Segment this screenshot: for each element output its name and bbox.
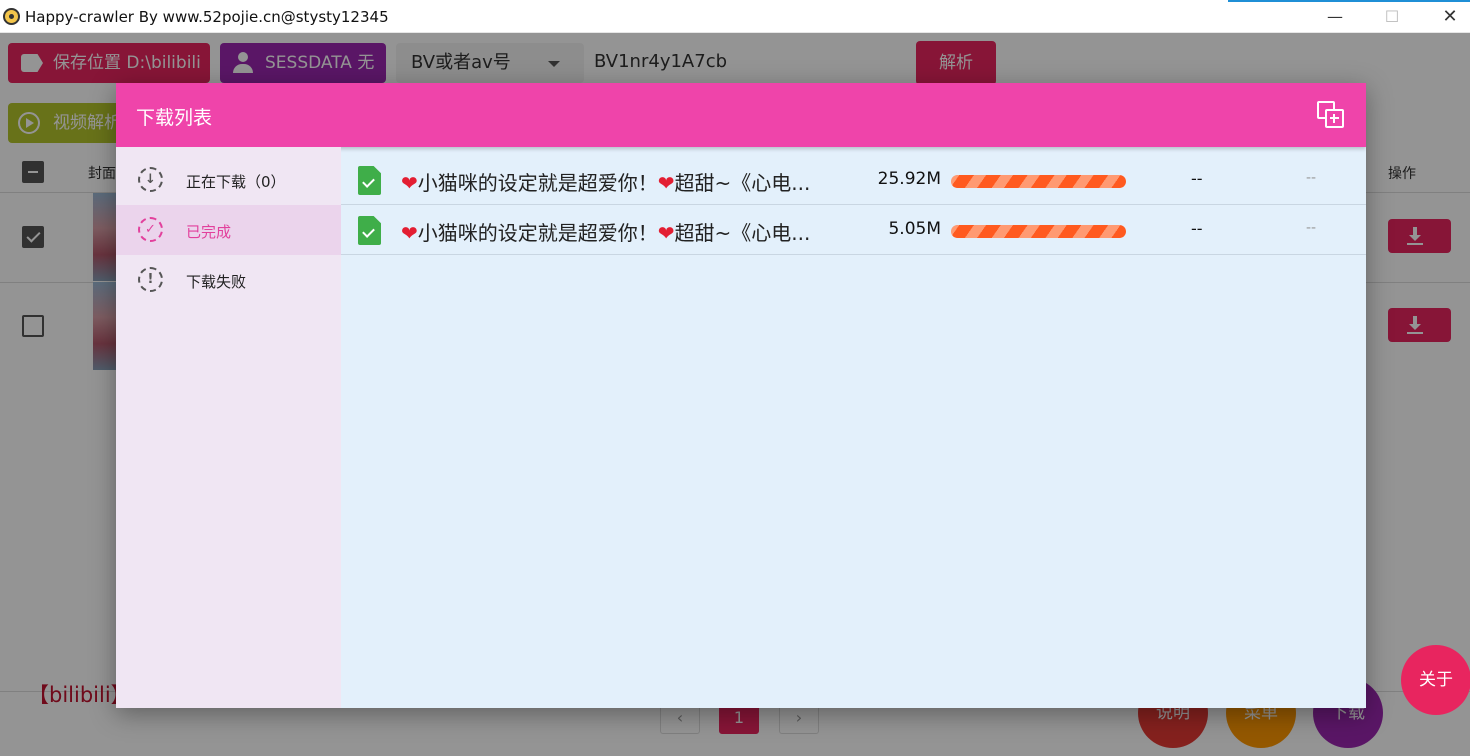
sidebar-item-completed[interactable]: ✓ 已完成 bbox=[116, 205, 341, 255]
download-eta: -- bbox=[1306, 220, 1317, 236]
sidebar-item-label: 下载失败 bbox=[186, 273, 247, 291]
download-row[interactable]: ❤小猫咪的设定就是超爱你！❤超甜~《心电... 5.05M -- -- bbox=[341, 205, 1366, 255]
sidebar-item-label: 已完成 bbox=[186, 223, 232, 241]
download-sidebar: ↓ 正在下载（0） ✓ 已完成 ! 下载失败 bbox=[116, 147, 341, 708]
download-progress-bar bbox=[951, 175, 1126, 188]
download-name: ❤小猫咪的设定就是超爱你！❤超甜~《心电... bbox=[401, 221, 811, 245]
sidebar-item-label: 正在下载（0） bbox=[186, 173, 286, 191]
minimize-button[interactable]: — bbox=[1312, 0, 1358, 33]
library-add-icon[interactable] bbox=[1317, 101, 1345, 129]
window-title: Happy-crawler By www.52pojie.cn@stysty12… bbox=[25, 8, 389, 26]
download-name: ❤小猫咪的设定就是超爱你！❤超甜~《心电... bbox=[401, 171, 811, 195]
download-speed: -- bbox=[1191, 169, 1203, 188]
download-size: 5.05M bbox=[888, 219, 941, 239]
sidebar-item-downloading[interactable]: ↓ 正在下载（0） bbox=[116, 155, 341, 205]
file-check-icon bbox=[358, 216, 381, 245]
download-size: 25.92M bbox=[877, 169, 941, 189]
app-logo-icon bbox=[3, 8, 20, 25]
file-check-icon bbox=[358, 166, 381, 195]
download-speed: -- bbox=[1191, 219, 1203, 238]
dialog-header: 下载列表 bbox=[116, 83, 1366, 147]
dialog-title: 下载列表 bbox=[136, 107, 213, 129]
download-progress-bar bbox=[951, 225, 1126, 238]
close-button[interactable]: ✕ bbox=[1427, 0, 1470, 33]
about-button[interactable]: 关于 bbox=[1401, 645, 1470, 715]
maximize-button[interactable]: ☐ bbox=[1369, 0, 1415, 33]
alert-circle-icon: ! bbox=[138, 267, 163, 292]
download-eta: -- bbox=[1306, 170, 1317, 186]
download-list-dialog: 下载列表 ↓ 正在下载（0） ✓ 已完成 ! 下载失败 ❤小猫咪的设定就是超爱你… bbox=[116, 83, 1366, 708]
sidebar-item-failed[interactable]: ! 下载失败 bbox=[116, 255, 341, 305]
download-row[interactable]: ❤小猫咪的设定就是超爱你！❤超甜~《心电... 25.92M -- -- bbox=[341, 155, 1366, 205]
check-circle-icon: ✓ bbox=[138, 217, 163, 242]
title-bar: Happy-crawler By www.52pojie.cn@stysty12… bbox=[0, 0, 1470, 33]
download-arrow-icon: ↓ bbox=[138, 167, 163, 192]
